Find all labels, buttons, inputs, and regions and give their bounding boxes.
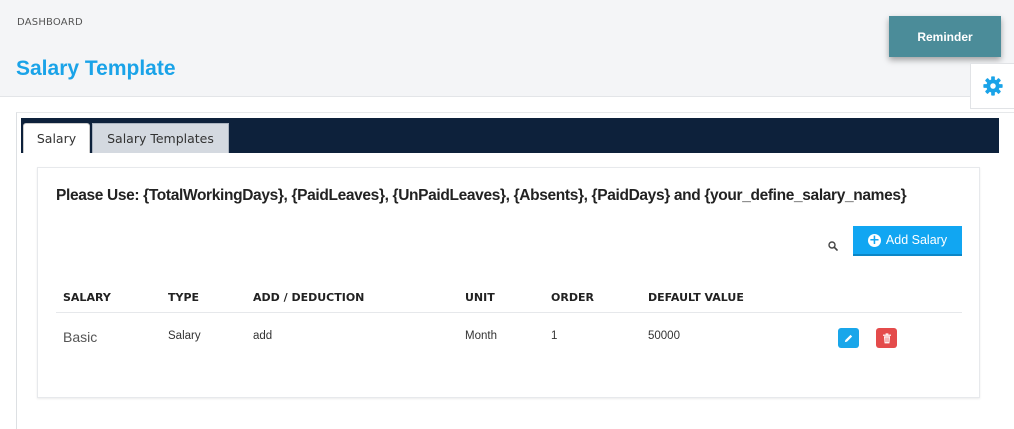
cell-salary: Basic bbox=[63, 329, 98, 345]
column-header-order[interactable]: ORDER bbox=[551, 291, 594, 304]
edit-button[interactable] bbox=[838, 328, 859, 348]
tab-salary-templates[interactable]: Salary Templates bbox=[92, 123, 229, 153]
pencil-icon bbox=[844, 334, 853, 342]
cell-type: Salary bbox=[168, 330, 201, 342]
page-title: Salary Template bbox=[16, 57, 176, 80]
settings-button[interactable] bbox=[970, 63, 1014, 109]
cell-unit: Month bbox=[465, 330, 497, 342]
reminder-button[interactable]: Reminder bbox=[889, 16, 1001, 57]
add-salary-label: Add Salary bbox=[885, 233, 948, 247]
breadcrumb[interactable]: DASHBOARD bbox=[17, 17, 83, 28]
column-header-salary[interactable]: SALARY bbox=[63, 291, 111, 304]
plus-circle-icon: + bbox=[867, 232, 881, 248]
usage-note: Please Use: {TotalWorkingDays}, {PaidLea… bbox=[56, 187, 907, 204]
cell-order: 1 bbox=[551, 330, 558, 342]
add-salary-button[interactable]: + Add Salary bbox=[853, 226, 962, 256]
tab-salary[interactable]: Salary bbox=[23, 123, 90, 153]
cell-default-value: 50000 bbox=[648, 330, 680, 342]
gear-icon bbox=[982, 76, 1003, 96]
column-header-unit[interactable]: UNIT bbox=[465, 291, 495, 304]
trash-icon bbox=[882, 332, 891, 343]
page-header: DASHBOARD Salary Template bbox=[0, 0, 1014, 97]
column-header-add-deduction[interactable]: ADD / DEDUCTION bbox=[253, 291, 364, 304]
column-header-type[interactable]: TYPE bbox=[168, 291, 199, 304]
search-icon[interactable] bbox=[828, 236, 838, 255]
cell-add-deduction: add bbox=[253, 330, 273, 342]
delete-button[interactable] bbox=[876, 328, 897, 348]
header-divider bbox=[56, 312, 962, 313]
column-header-default-value[interactable]: DEFAULT VALUE bbox=[648, 291, 744, 304]
